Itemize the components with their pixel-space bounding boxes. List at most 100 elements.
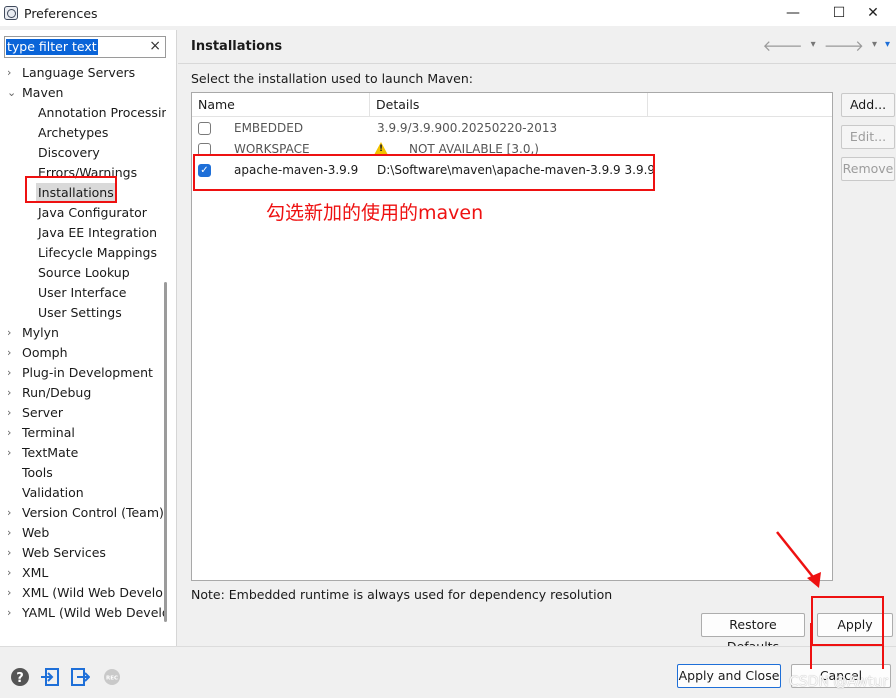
chevron-right-icon[interactable]: › <box>7 523 11 543</box>
add-button[interactable]: Add... <box>841 93 895 117</box>
chevron-right-icon[interactable]: › <box>7 563 11 583</box>
watermark: CSDN @Awtur <box>789 674 888 690</box>
tree-item-label: Maven <box>22 85 64 100</box>
tree-item-user-settings[interactable]: User Settings <box>0 303 166 323</box>
forward-dropdown-icon[interactable]: ▾ <box>872 39 877 55</box>
tree-item-label: User Settings <box>38 305 122 320</box>
tree-item-label: XML <box>22 565 49 580</box>
tree-item-server[interactable]: › Server <box>0 403 166 423</box>
tree-item-maven[interactable]: ⌄ Maven <box>0 83 166 103</box>
chevron-right-icon[interactable]: › <box>7 583 11 603</box>
tree-item-mylyn[interactable]: › Mylyn <box>0 323 166 343</box>
tree-item-web[interactable]: › Web <box>0 523 166 543</box>
chevron-right-icon[interactable]: › <box>7 423 11 443</box>
tree-item-tools[interactable]: Tools <box>0 463 166 483</box>
table-header: Name Details <box>192 93 832 117</box>
tree-item-label: Tools <box>22 465 53 480</box>
tree-item-xml[interactable]: › XML <box>0 563 166 583</box>
tree-item-plug-in-development[interactable]: › Plug-in Development <box>0 363 166 383</box>
tree-item-label: XML (Wild Web Developer) <box>22 585 166 600</box>
tree-item-label: Run/Debug <box>22 385 92 400</box>
column-header-name[interactable]: Name <box>192 93 370 117</box>
back-arrow-icon[interactable]: 🡐 <box>762 36 802 55</box>
tree-item-label: Oomph <box>22 345 68 360</box>
tree-item-label: YAML (Wild Web Developer) <box>22 605 166 620</box>
back-dropdown-icon[interactable]: ▾ <box>811 39 816 55</box>
tree-item-label: Terminal <box>22 425 75 440</box>
tree-item-label: Version Control (Team) <box>22 505 164 520</box>
chevron-right-icon[interactable]: › <box>7 343 11 363</box>
tree-item-xml-wild-web-developer[interactable]: › XML (Wild Web Developer) <box>0 583 166 603</box>
row-name: EMBEDDED <box>234 121 304 135</box>
chevron-right-icon[interactable]: › <box>7 503 11 523</box>
help-icon[interactable]: ? <box>10 667 30 687</box>
tree-item-label: Language Servers <box>22 65 136 80</box>
installations-page: Installations 🡐 ▾ 🡒 ▾ ▾ Select the insta… <box>178 30 896 654</box>
tree-item-source-lookup[interactable]: Source Lookup <box>0 263 166 283</box>
tree-item-run-debug[interactable]: › Run/Debug <box>0 383 166 403</box>
tree-item-web-services[interactable]: › Web Services <box>0 543 166 563</box>
export-icon[interactable] <box>70 667 90 687</box>
tree-item-label: Server <box>22 405 63 420</box>
annotation-text: 勾选新加的使用的maven <box>266 202 484 224</box>
tree-item-version-control-team[interactable]: › Version Control (Team) <box>0 503 166 523</box>
tree-item-label: Plug-in Development <box>22 365 153 380</box>
tree-item-oomph[interactable]: › Oomph <box>0 343 166 363</box>
chevron-right-icon[interactable]: › <box>7 383 11 403</box>
tree-item-archetypes[interactable]: Archetypes <box>0 123 166 143</box>
tree-item-discovery[interactable]: Discovery <box>0 143 166 163</box>
tree-item-terminal[interactable]: › Terminal <box>0 423 166 443</box>
preferences-tree: › Language Servers ⌄ Maven Annotation Proces… <box>0 63 166 623</box>
filter-input-text[interactable]: type filter text <box>6 39 98 55</box>
chevron-right-icon[interactable]: › <box>7 603 11 623</box>
chevron-right-icon[interactable]: › <box>7 63 11 83</box>
embedded-runtime-note: Note: Embedded runtime is always used fo… <box>191 587 613 602</box>
tree-item-annotation-processing[interactable]: Annotation Processing <box>0 103 166 123</box>
remove-button[interactable]: Remove <box>841 157 895 181</box>
column-header-empty <box>648 93 832 117</box>
edit-button[interactable]: Edit... <box>841 125 895 149</box>
table-row[interactable]: EMBEDDED 3.9.9/3.9.900.20250220-2013 <box>192 118 832 139</box>
minimize-button[interactable]: — <box>770 0 816 26</box>
tree-item-label: Validation <box>22 485 84 500</box>
forward-arrow-icon[interactable]: 🡒 <box>824 36 864 55</box>
tree-item-label: Annotation Processing <box>38 105 166 120</box>
view-menu-icon[interactable]: ▾ <box>885 39 890 55</box>
column-header-details[interactable]: Details <box>370 93 648 117</box>
tree-item-lifecycle-mappings[interactable]: Lifecycle Mappings <box>0 243 166 263</box>
tree-item-yaml-wild-web-developer[interactable]: › YAML (Wild Web Developer) <box>0 603 166 623</box>
annotation-arrow <box>776 531 821 588</box>
chevron-right-icon[interactable]: › <box>7 323 11 343</box>
record-icon[interactable]: REC <box>102 667 122 687</box>
row-details: 3.9.9/3.9.900.20250220-2013 <box>377 121 558 135</box>
tree-item-textmate[interactable]: › TextMate <box>0 443 166 463</box>
tree-item-validation[interactable]: Validation <box>0 483 166 503</box>
annotation-highlight-row <box>193 154 655 191</box>
tree-item-user-interface[interactable]: User Interface <box>0 283 166 303</box>
chevron-right-icon[interactable]: › <box>7 443 11 463</box>
row-checkbox[interactable] <box>198 122 211 135</box>
tree-scrollbar[interactable] <box>164 282 167 622</box>
tree-item-label: TextMate <box>22 445 79 460</box>
page-nav: 🡐 ▾ 🡒 ▾ ▾ <box>762 36 890 55</box>
window-title: Preferences <box>24 5 98 21</box>
page-title: Installations <box>191 39 283 54</box>
chevron-right-icon[interactable]: › <box>7 403 11 423</box>
title-bar: Preferences — ☐ ✕ <box>0 0 896 26</box>
chevron-down-icon[interactable]: ⌄ <box>7 83 16 103</box>
chevron-right-icon[interactable]: › <box>7 543 11 563</box>
filter-input[interactable]: type filter text × <box>4 36 166 58</box>
eclipse-app-icon <box>4 6 18 20</box>
tree-item-java-ee-integration[interactable]: Java EE Integration <box>0 223 166 243</box>
import-icon[interactable] <box>40 667 60 687</box>
annotation-highlight-installations <box>25 176 117 203</box>
clear-filter-icon[interactable]: × <box>149 38 161 54</box>
tree-item-language-servers[interactable]: › Language Servers <box>0 63 166 83</box>
restore-defaults-button[interactable]: Restore Defaults <box>701 613 805 654</box>
close-button[interactable]: ✕ <box>850 0 896 26</box>
tree-item-label: Java EE Integration <box>38 225 158 240</box>
tree-item-java-configurator[interactable]: Java Configurator <box>0 203 166 223</box>
tree-item-label: Java Configurator <box>38 205 147 220</box>
chevron-right-icon[interactable]: › <box>7 363 11 383</box>
apply-and-close-button[interactable]: Apply and Close <box>677 664 781 688</box>
